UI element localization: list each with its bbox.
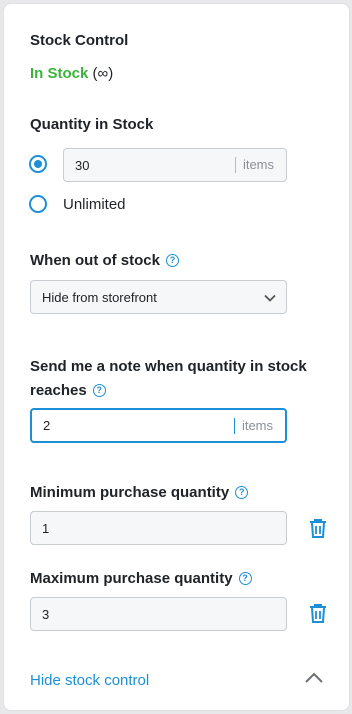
quantity-unit: items [234,157,286,173]
radio-selected-dot [34,160,42,168]
stock-control-card: Stock Control In Stock (∞) Quantity in S… [3,3,350,711]
notify-threshold-unit: items [233,417,285,434]
stock-status-label: In Stock [30,65,89,82]
trash-icon[interactable] [307,602,329,629]
quantity-value[interactable]: 30 [64,158,235,173]
unlimited-radio[interactable] [29,195,47,213]
notify-threshold-field[interactable]: 2 items [30,408,287,443]
help-circle-icon[interactable]: ? [235,485,249,499]
max-purchase-label-row: Maximum purchase quantity? [30,570,252,587]
help-circle-icon[interactable]: ? [238,571,252,585]
trash-icon[interactable] [307,517,329,544]
hide-stock-control-link[interactable]: Hide stock control [30,672,149,689]
min-purchase-value[interactable]: 1 [31,521,286,536]
min-purchase-field[interactable]: 1 [30,511,287,545]
unlimited-label[interactable]: Unlimited [63,196,126,213]
min-purchase-label: Minimum purchase quantity [30,484,230,501]
help-circle-icon[interactable]: ? [92,383,106,397]
max-purchase-field[interactable]: 3 [30,597,287,631]
notify-label: Send me a note when quantity in stock re… [30,355,307,403]
out-of-stock-label: When out of stock [30,252,160,269]
quantity-radio[interactable] [29,155,47,173]
max-purchase-label: Maximum purchase quantity [30,570,233,587]
min-purchase-label-row: Minimum purchase quantity? [30,484,249,501]
notify-label-line1: Send me a note when quantity in stock [30,358,307,375]
max-purchase-value[interactable]: 3 [31,607,286,622]
help-circle-icon[interactable]: ? [166,253,179,267]
quantity-field[interactable]: 30 items [63,148,287,182]
section-title: Stock Control [30,32,129,49]
chevron-up-icon[interactable] [304,671,324,690]
notify-threshold-value[interactable]: 2 [32,418,234,433]
notify-label-line2: reaches [30,382,87,399]
chevron-down-icon [264,290,286,305]
out-of-stock-label-row: When out of stock? [30,252,179,269]
quantity-label: Quantity in Stock [30,116,154,133]
stock-status-suffix: (∞) [92,65,114,82]
notify-label-line2-row: reaches? [30,379,307,403]
out-of-stock-selected: Hide from storefront [42,289,157,305]
out-of-stock-select[interactable]: Hide from storefront [30,280,287,314]
stock-status: In Stock (∞) [30,65,113,82]
